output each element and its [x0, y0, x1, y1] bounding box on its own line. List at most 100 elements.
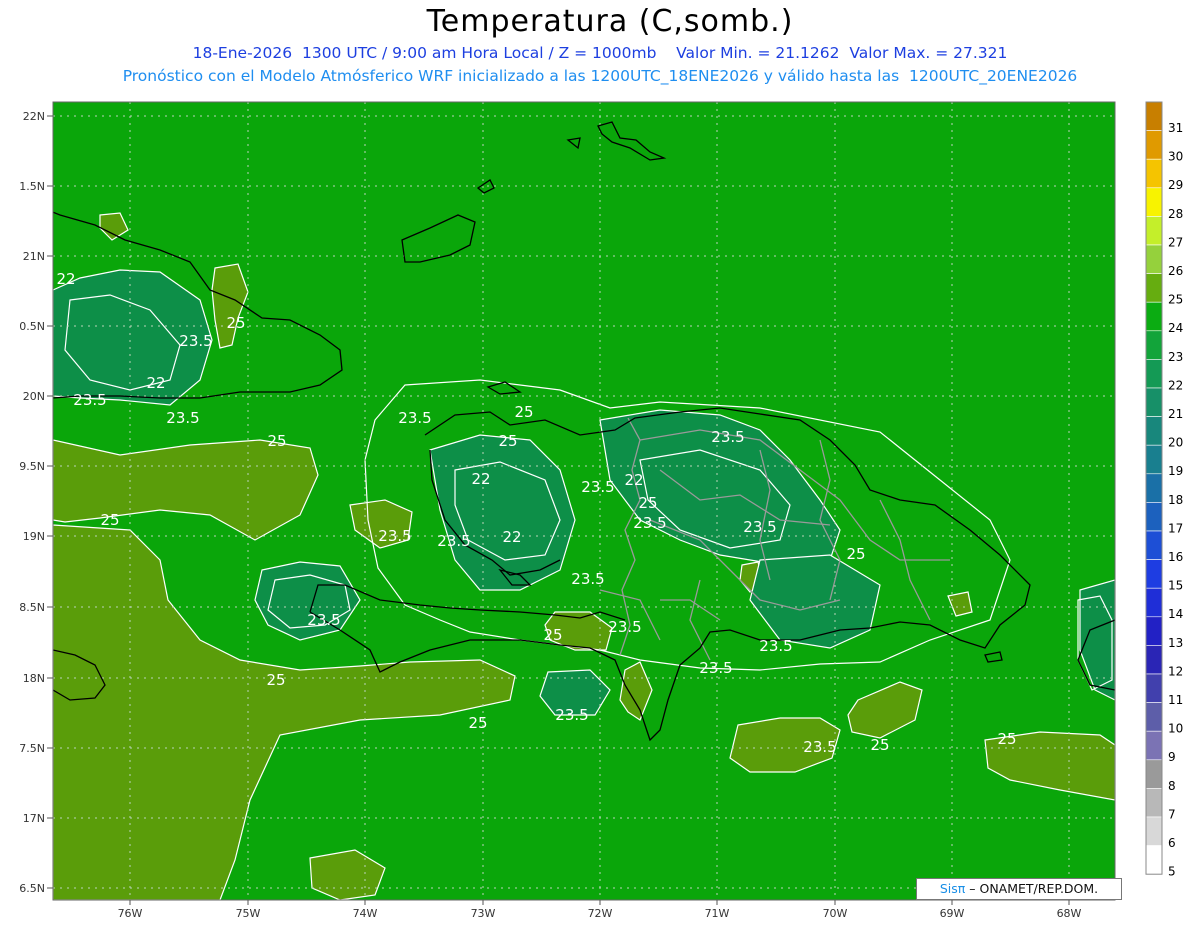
contour-label: 23.5: [803, 738, 836, 756]
colorbar-swatch: [1145, 730, 1163, 761]
map-area: [53, 102, 1115, 900]
colorbar-label: 13: [1168, 636, 1183, 650]
lat-label: 20N: [23, 390, 45, 403]
colorbar-swatch: [1145, 645, 1163, 675]
colorbar-label: 6: [1168, 836, 1176, 850]
lon-label: 71W: [705, 907, 730, 920]
colorbar-swatch: [1145, 845, 1163, 875]
lon-label: 75W: [236, 907, 261, 920]
colorbar-label: 25: [1168, 293, 1183, 307]
colorbar-swatch: [1145, 530, 1163, 560]
colorbar-label: 20: [1168, 436, 1183, 450]
contour-label: 23.5: [633, 514, 666, 532]
colorbar-label: 15: [1168, 579, 1183, 593]
contour-label: 23.5: [166, 409, 199, 427]
contour-label: 23.5: [699, 659, 732, 677]
contour-label: 23.5: [437, 532, 470, 550]
longitude-labels: 76W 75W 74W 73W 72W 71W 70W 69W 68W: [118, 907, 1082, 920]
contour-label: 22: [471, 470, 490, 488]
colorbar-label: 5: [1168, 865, 1176, 879]
colorbar-label: 11: [1168, 693, 1183, 707]
colorbar-swatch: [1145, 788, 1163, 818]
colorbar-swatch: [1145, 244, 1163, 274]
lat-label: 21N: [23, 250, 45, 263]
colorbar-swatch: [1145, 130, 1163, 160]
colorbar-swatch: [1145, 673, 1163, 703]
contour-label: 23.5: [179, 332, 212, 350]
lat-label: 17N: [23, 812, 45, 825]
contour-label: 23.5: [398, 409, 431, 427]
lon-label: 72W: [588, 907, 613, 920]
lon-label: 69W: [940, 907, 965, 920]
colorbar-swatch: [1145, 387, 1163, 417]
contour-label: 25: [870, 736, 889, 754]
colorbar-label: 8: [1168, 779, 1176, 793]
contour-label: 25: [498, 432, 517, 450]
contour-label: 22: [56, 270, 75, 288]
colorbar-label: 16: [1168, 550, 1183, 564]
colorbar-swatch: [1145, 702, 1163, 732]
contour-label: 25: [267, 432, 286, 450]
colorbar-swatch: [1145, 587, 1163, 618]
contour-label: 23.5: [608, 618, 641, 636]
contour-label: 23.5: [743, 518, 776, 536]
colorbar-label: 23: [1168, 350, 1183, 364]
latitude-labels: 22N 1.5N 21N 0.5N 20N 9.5N 19N 8.5N 18N 7.5N 17N 6.…: [19, 110, 45, 895]
colorbar-label: 27: [1168, 235, 1183, 249]
contour-label: 23.5: [73, 391, 106, 409]
colorbar-swatch: [1145, 816, 1163, 846]
lat-label: 1.5N: [19, 180, 45, 193]
contour-label: 25: [266, 671, 285, 689]
lon-label: 68W: [1057, 907, 1082, 920]
colorbar-swatch: [1145, 359, 1163, 389]
lon-label: 73W: [471, 907, 496, 920]
lat-label: 9.5N: [19, 460, 45, 473]
colorbar-label: 12: [1168, 664, 1183, 678]
colorbar-label: 19: [1168, 464, 1183, 478]
contour-label: 23.5: [555, 706, 588, 724]
contour-label: 23.5: [378, 527, 411, 545]
lon-label: 74W: [353, 907, 378, 920]
colorbar-swatch: [1145, 416, 1163, 446]
colorbar-label: 24: [1168, 321, 1183, 335]
colorbar-swatch: [1145, 559, 1163, 589]
colorbar-label: 18: [1168, 493, 1183, 507]
colorbar-swatch: [1145, 444, 1163, 475]
contour-label: 22: [146, 374, 165, 392]
credit-box: Sisπ – ONAMET/REP.DOM.: [916, 878, 1122, 900]
colorbar-label: 29: [1168, 178, 1183, 192]
contour-label: 23.5: [581, 478, 614, 496]
lat-label: 8.5N: [19, 601, 45, 614]
lat-label: 22N: [23, 110, 45, 123]
contour-label: 23.5: [759, 637, 792, 655]
lat-label: 7.5N: [19, 742, 45, 755]
lat-label: 6.5N: [19, 882, 45, 895]
colorbar-swatch: [1145, 759, 1163, 789]
contour-label: 25: [468, 714, 487, 732]
colorbar-swatch: [1145, 330, 1163, 360]
colorbar-label: 22: [1168, 378, 1183, 392]
map-figure: 22N 1.5N 21N 0.5N 20N 9.5N 19N 8.5N 18N 7.5N 17N 6.…: [19, 101, 1183, 920]
lat-label: 18N: [23, 672, 45, 685]
colorbar-swatch: [1145, 502, 1163, 532]
colorbar-swatch: [1145, 216, 1163, 246]
contour-label: 25: [543, 626, 562, 644]
contour-label: 23.5: [711, 428, 744, 446]
colorbar-label: 14: [1168, 607, 1183, 621]
colorbar-label: 21: [1168, 407, 1183, 421]
contour-label: 23.5: [571, 570, 604, 588]
lat-label: 19N: [23, 530, 45, 543]
colorbar-label: 26: [1168, 264, 1183, 278]
lat-label: 0.5N: [19, 320, 45, 333]
sispi-logo: Sisπ: [939, 881, 966, 896]
colorbar: 31 30 29 28 27 26 25 24 23 22 21 20 19 18 17 16 15 14 13 12…: [1145, 101, 1183, 879]
contour-label: 25: [638, 494, 657, 512]
colorbar-swatch: [1145, 616, 1163, 646]
colorbar-label: 30: [1168, 150, 1183, 164]
contour-label: 25: [226, 314, 245, 332]
colorbar-swatch: [1145, 473, 1163, 503]
colorbar-swatch: [1145, 273, 1163, 303]
credit-text: – ONAMET/REP.DOM.: [965, 881, 1099, 896]
colorbar-swatch: [1145, 158, 1163, 189]
contour-label: 25: [514, 403, 533, 421]
